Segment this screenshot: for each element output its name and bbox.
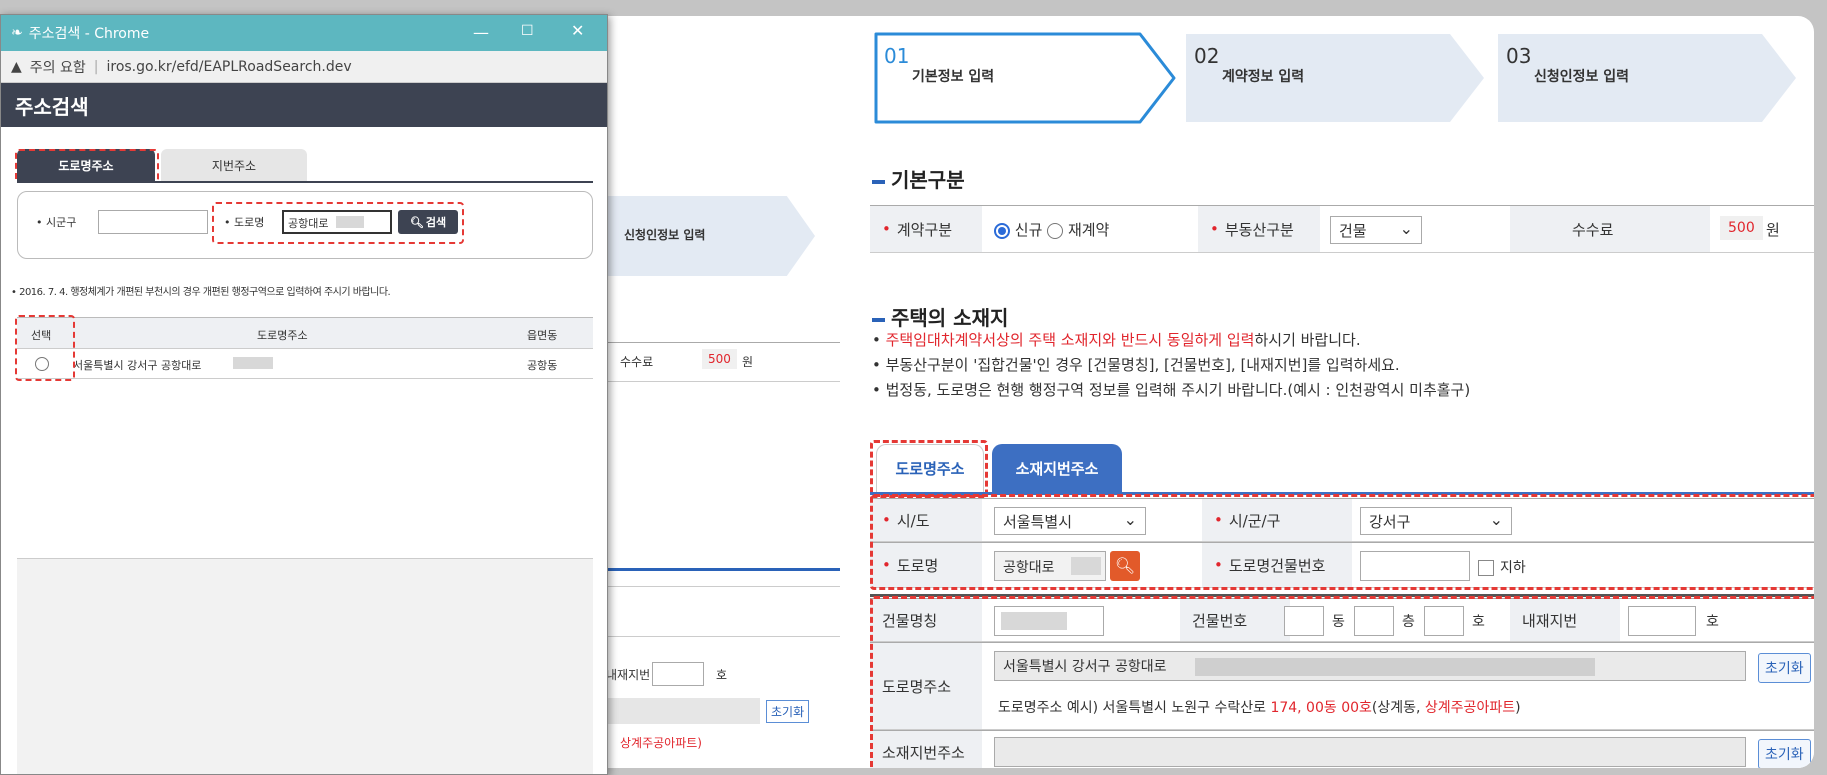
popup-address-bar[interactable]: ▲ 주의 요함 | iros.go.kr/efd/EAPLRoadSearch.… — [1, 51, 607, 83]
note-2: • 부동산구분이 '집합건물'인 경우 [건물명칭], [건물번호], [내재지… — [872, 356, 1400, 374]
popup-search-box: • 시군구 • 도로명 공항대로 🔍︎ 검색 — [17, 191, 593, 259]
radio-new[interactable] — [994, 222, 1010, 239]
bg-fee-row: 수수료 500 원 — [580, 342, 840, 382]
fee-label: 수수료 — [1510, 206, 1710, 252]
highlight-popup-tab — [15, 149, 159, 183]
tab-lot-address[interactable]: 소재지번주소 — [992, 444, 1122, 492]
highlight-address-fields — [870, 494, 1814, 590]
table-row[interactable]: 서울특별시 강서구 공항대로 공항동 — [17, 349, 593, 379]
step-1: 01 기본정보 입력 — [870, 30, 1180, 126]
app-icon: ❧ — [11, 25, 23, 41]
bg-reset-button[interactable]: 초기화 — [766, 700, 810, 723]
property-type-select[interactable]: 건물 ⌄ — [1330, 216, 1422, 244]
note-1: • 주택임대차계약서상의 주택 소재지와 반드시 동일하게 입력하시기 바랍니다… — [872, 331, 1361, 349]
fee-value: 500 — [1720, 216, 1763, 240]
sigungu-input[interactable] — [98, 210, 208, 234]
contract-type-label: • 계약구분 — [870, 206, 982, 252]
section-title-basic: 기본구분 — [872, 164, 965, 193]
basic-row: • 계약구분 신규 재계약 • 부동산구분 건물 ⌄ 수수료 500 원 — [870, 205, 1814, 253]
highlight-road-tab — [870, 440, 988, 498]
popup-notice: • 2016. 7. 4. 행정체계가 개편된 부천시의 경우 개편된 행정구역… — [11, 287, 391, 298]
popup-results-body — [17, 379, 593, 559]
property-type-label: • 부동산구분 — [1198, 206, 1320, 252]
bg-step-arrow: 신청인정보 입력 — [580, 196, 815, 276]
maximize-icon[interactable]: ☐ — [521, 23, 534, 39]
minimize-icon[interactable]: — — [473, 23, 489, 42]
chevron-down-icon: ⌄ — [1399, 219, 1413, 238]
highlight-address-detail — [870, 596, 1814, 768]
note-3: • 법정동, 도로명은 현행 행정구역 정보를 입력해 주시기 바랍니다.(예시… — [872, 381, 1471, 399]
popup-results-header: 선택 도로명주소 읍면동 — [17, 317, 593, 349]
popup-titlebar: ❧ 주소검색 - Chrome — ☐ ✕ — [1, 15, 607, 51]
contract-type-radios: 신규 재계약 — [994, 219, 1109, 240]
step-2: 02 계약정보 입력 — [1180, 30, 1490, 126]
highlight-select-column — [15, 315, 75, 381]
close-icon[interactable]: ✕ — [571, 21, 584, 40]
address-search-popup: ❧ 주소검색 - Chrome — ☐ ✕ ▲ 주의 요함 | iros.go.… — [0, 14, 608, 775]
popup-header: 주소검색 — [1, 83, 607, 127]
bg-inner-lot-input[interactable] — [652, 662, 704, 686]
bg-divider — [580, 568, 840, 571]
step-indicator: 01 기본정보 입력 02 계약정보 입력 03 신청인정보 입력 — [870, 30, 1810, 126]
popup-tab-lot[interactable]: 지번주소 — [161, 149, 307, 181]
section-title-location: 주택의 소재지 — [872, 302, 1008, 331]
warning-icon: ▲ — [11, 58, 22, 75]
radio-renew[interactable] — [1047, 222, 1064, 239]
highlight-popup-search — [212, 202, 464, 244]
bg-step-label: 신청인정보 입력 — [624, 228, 706, 242]
location-notes: • 주택임대차계약서상의 주택 소재지와 반드시 동일하게 입력하시기 바랍니다… — [872, 328, 1470, 403]
step-3: 03 신청인정보 입력 — [1492, 30, 1802, 126]
